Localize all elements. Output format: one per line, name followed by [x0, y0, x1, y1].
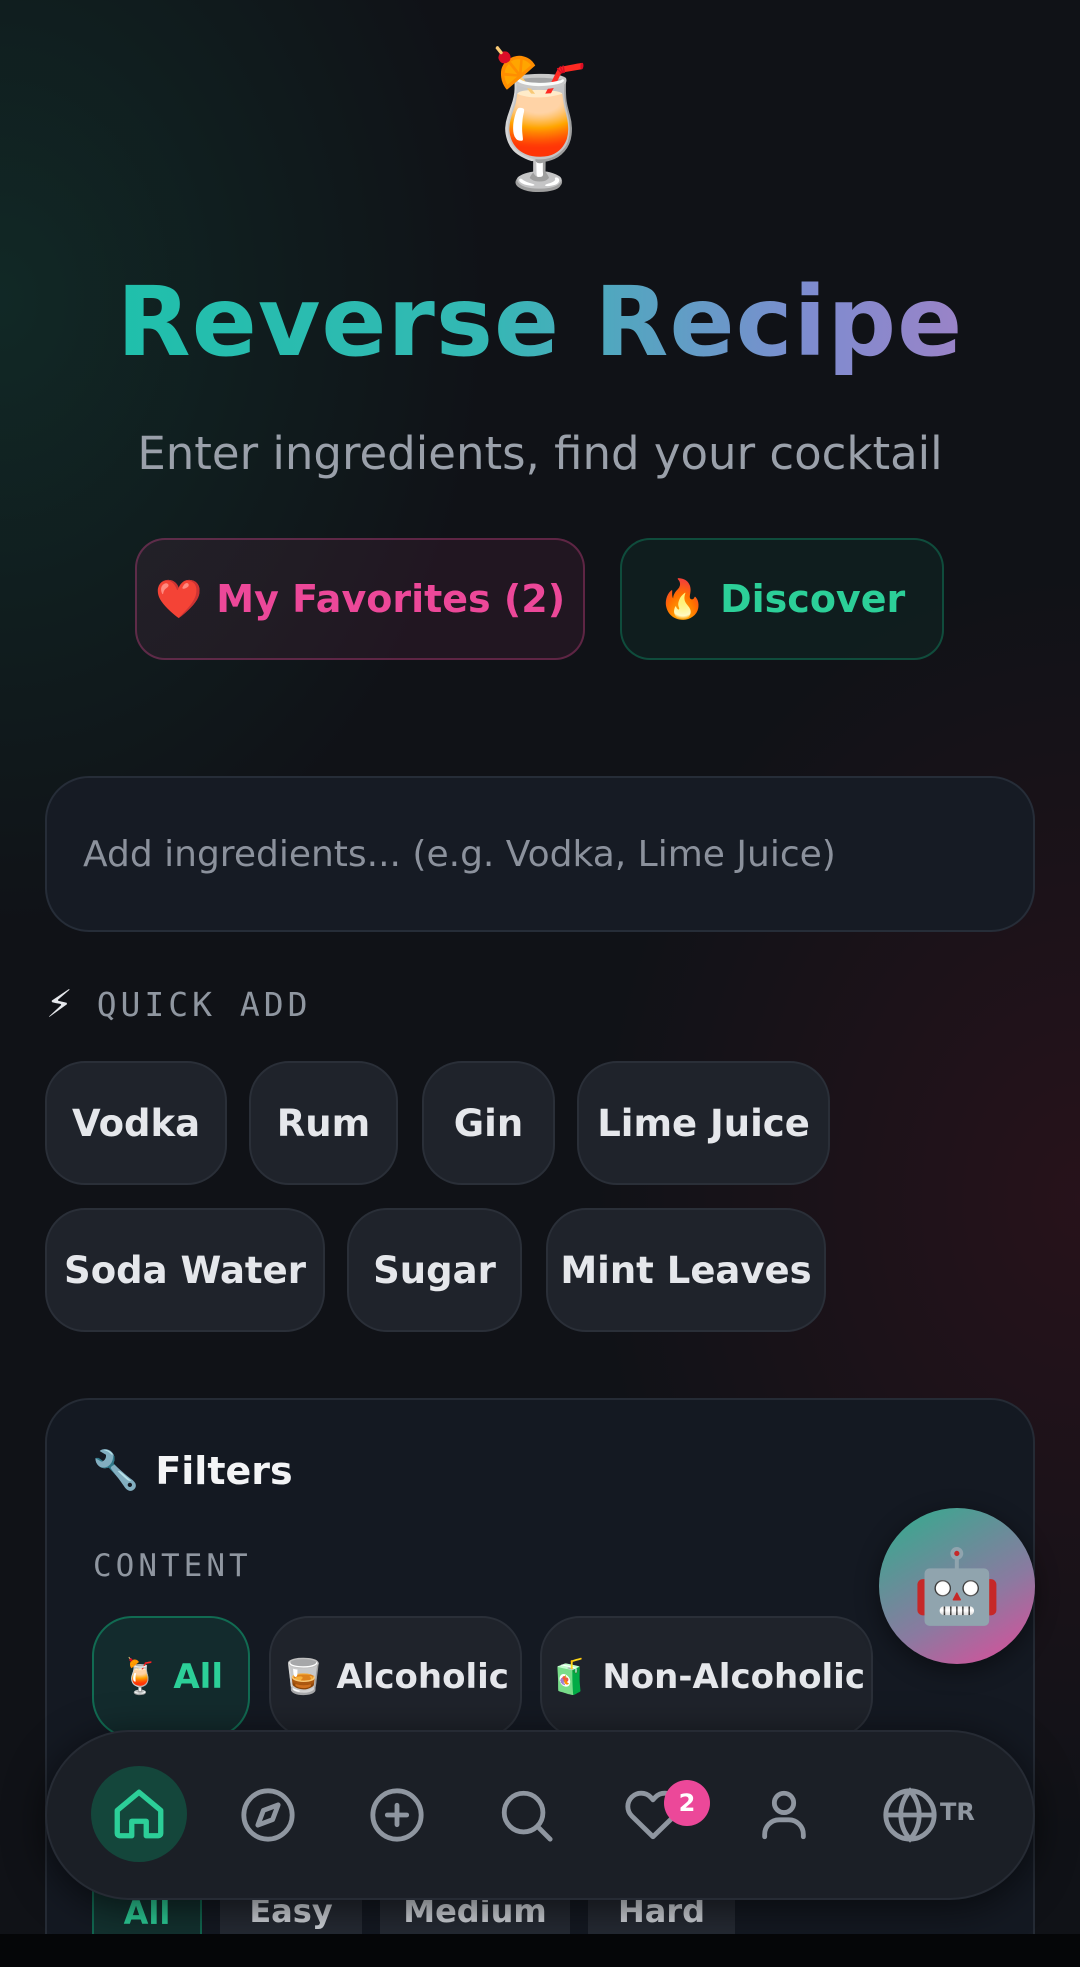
content-filter-non-alcoholic-label: Non-Alcoholic — [602, 1657, 865, 1697]
nav-search[interactable] — [478, 1767, 574, 1863]
page-subtitle: Enter ingredients, find your cocktail — [137, 427, 943, 480]
cocktail-logo-icon: 🍹 — [459, 44, 621, 196]
search-icon — [501, 1790, 553, 1842]
quick-add-label: QUICK ADD — [96, 984, 312, 1024]
nav-home[interactable] — [91, 1766, 187, 1862]
user-icon — [762, 1790, 806, 1840]
content-filter-non-alcoholic[interactable]: 🧃 Non-Alcoholic — [540, 1616, 873, 1738]
quick-add-chip-lime-juice[interactable]: Lime Juice — [577, 1061, 830, 1185]
discover-label: Discover — [720, 577, 906, 621]
tropical-drink-icon: 🍹 — [119, 1657, 162, 1697]
quick-add-chip-gin[interactable]: Gin — [422, 1061, 555, 1185]
filters-heading: 🔧 Filters — [92, 1448, 293, 1493]
nav-add[interactable] — [349, 1767, 445, 1863]
compass-icon — [241, 1788, 295, 1842]
home-icon — [114, 1789, 164, 1839]
language-code: TR — [940, 1798, 975, 1826]
filters-title: Filters — [155, 1448, 293, 1493]
globe-icon — [883, 1787, 937, 1843]
quick-add-chip-mint-leaves[interactable]: Mint Leaves — [546, 1208, 826, 1332]
ingredient-search-input[interactable] — [45, 776, 1035, 932]
page-title: Reverse Recipe — [0, 262, 1080, 382]
my-favorites-label: My Favorites (2) — [216, 577, 566, 621]
juice-box-icon: 🧃 — [548, 1657, 591, 1697]
content-filter-alcoholic-label: Alcoholic — [336, 1657, 509, 1697]
lightning-icon: ⚡ — [46, 982, 73, 1026]
app-root: 🍹 Reverse Recipe Enter ingredients, find… — [0, 0, 1080, 1967]
content-filter-all[interactable]: 🍹 All — [92, 1616, 250, 1738]
fire-icon: 🔥 — [658, 576, 707, 621]
wrench-icon: 🔧 — [92, 1448, 140, 1492]
my-favorites-button[interactable]: ❤️ My Favorites (2) — [135, 538, 585, 660]
quick-add-heading: ⚡ QUICK ADD — [46, 982, 312, 1026]
quick-add-chip-rum[interactable]: Rum — [249, 1061, 398, 1185]
quick-add-chip-vodka[interactable]: Vodka — [45, 1061, 227, 1185]
content-filter-label: CONTENT — [93, 1548, 252, 1584]
ai-assistant-button[interactable]: 🤖 — [879, 1508, 1035, 1664]
tumbler-glass-icon: 🥃 — [282, 1657, 325, 1697]
quick-add-chip-sugar[interactable]: Sugar — [347, 1208, 522, 1332]
quick-add-chip-soda-water[interactable]: Soda Water — [45, 1208, 325, 1332]
favorites-count-badge: 2 — [664, 1780, 710, 1826]
content-filter-alcoholic[interactable]: 🥃 Alcoholic — [269, 1616, 522, 1738]
nav-discover[interactable] — [220, 1767, 316, 1863]
plus-circle-icon — [370, 1788, 424, 1842]
content-filter-all-label: All — [173, 1657, 223, 1697]
system-bottom-bar — [0, 1934, 1080, 1967]
discover-button[interactable]: 🔥 Discover — [620, 538, 944, 660]
heart-icon: ❤️ — [154, 576, 203, 621]
nav-profile[interactable] — [736, 1767, 832, 1863]
robot-icon: 🤖 — [912, 1543, 1002, 1628]
